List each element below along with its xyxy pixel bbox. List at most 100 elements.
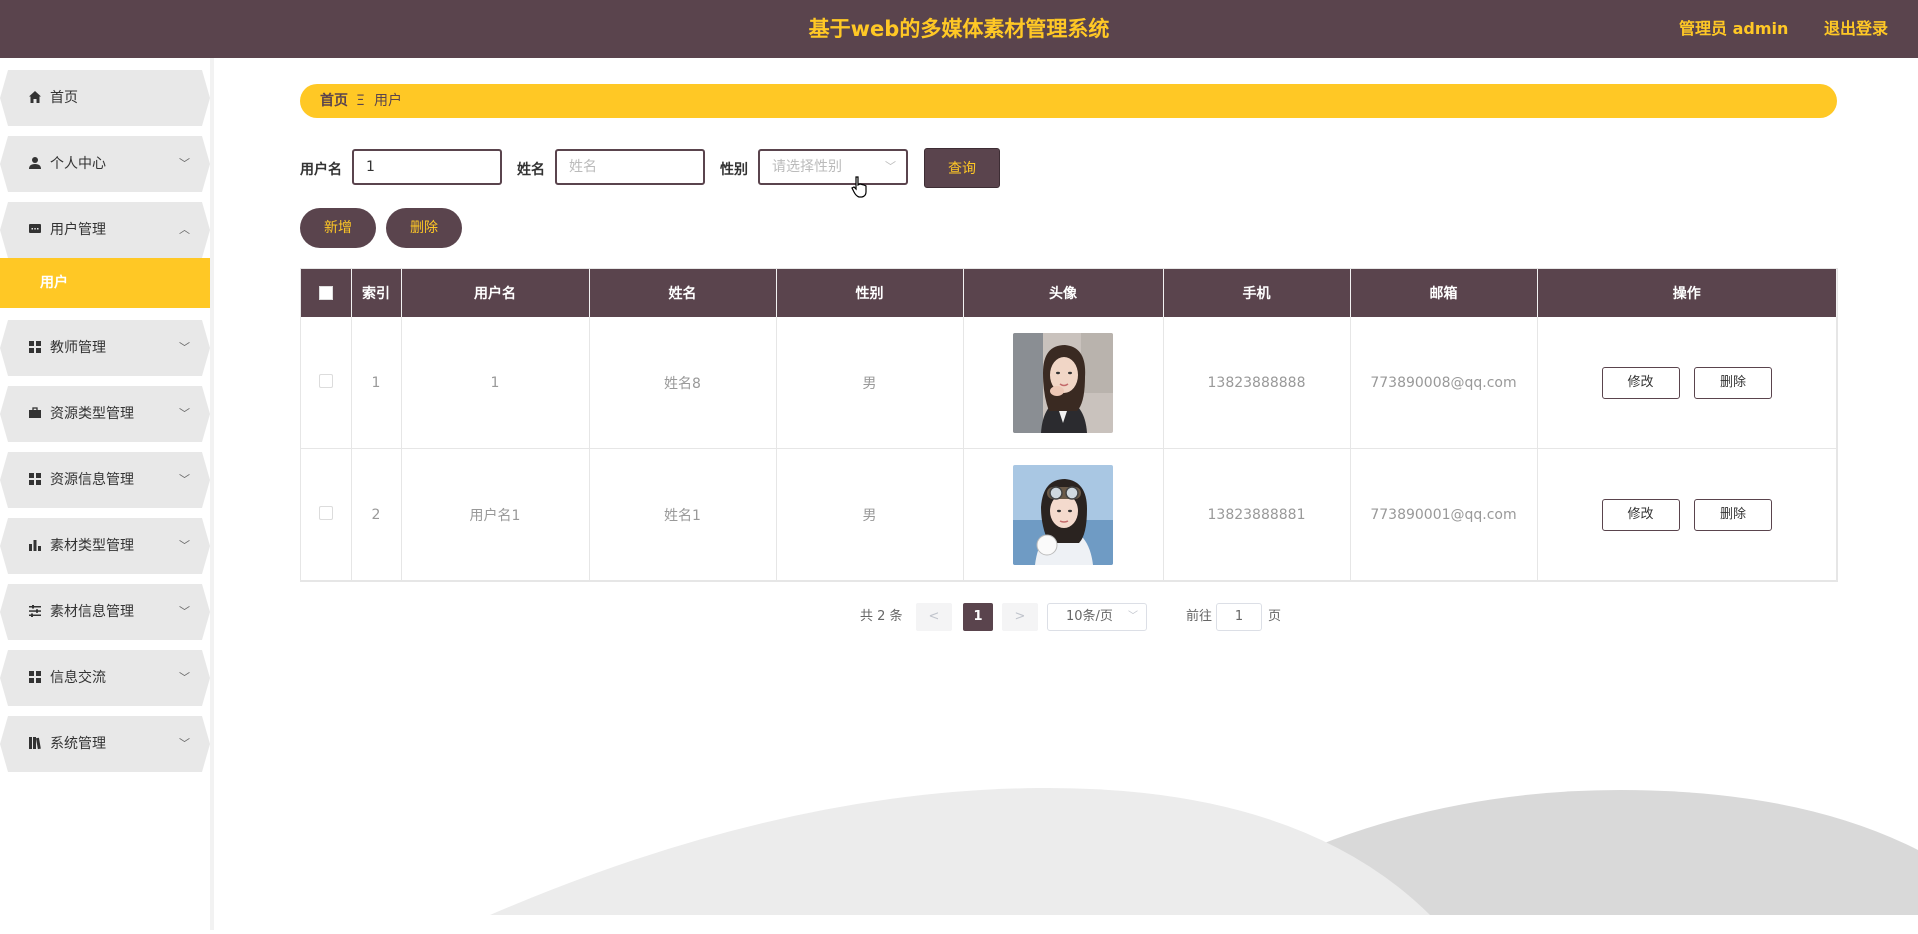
chevron-down-icon: ﹀ — [1128, 611, 1138, 622]
chevron-down-icon: ﹀ — [179, 737, 190, 750]
avatar — [1013, 464, 1113, 565]
prev-page-button[interactable]: < — [916, 603, 952, 631]
user-info: 管理员 admin 退出登录 — [1679, 0, 1918, 58]
chevron-down-icon: ﹀ — [179, 671, 190, 684]
grid-icon — [28, 472, 42, 486]
column-header: 手机 — [1163, 269, 1351, 317]
briefcase-icon — [28, 406, 42, 420]
table-header-row: 索引 用户名 姓名 性别 头像 手机 邮箱 操作 — [301, 269, 1837, 317]
sidebar-item-system-management[interactable]: 系统管理 ﹀ — [0, 716, 210, 772]
goto-label: 前往 — [1186, 609, 1213, 624]
logout-button[interactable]: 退出登录 — [1824, 19, 1888, 38]
sidebar: 首页 个人中心 ﹀ 用户管理 ︿ 用户 教师管理 ﹀ 资源类型管理 ﹀ 资源信息… — [0, 58, 214, 930]
sidebar-subitem-user[interactable]: 用户 — [0, 258, 210, 308]
sidebar-item-material-type[interactable]: 素材类型管理 ﹀ — [0, 518, 210, 574]
cell-username: 1 — [401, 317, 590, 449]
sidebar-item-info-exchange[interactable]: 信息交流 ﹀ — [0, 650, 210, 706]
chevron-down-icon: ﹀ — [179, 407, 190, 420]
username-input[interactable] — [352, 149, 502, 185]
table-row: 2 用户名1 姓名1 男 13823888881 773890001@qq.co… — [301, 448, 1837, 581]
app-title: 基于web的多媒体素材管理系统 — [808, 17, 1110, 41]
name-input[interactable] — [555, 149, 705, 185]
breadcrumb-separator: Ξ — [356, 93, 365, 109]
column-header: 头像 — [963, 269, 1164, 317]
cell-gender: 男 — [776, 317, 964, 449]
cell-email: 773890008@qq.com — [1350, 317, 1538, 449]
sidebar-item-label: 用户管理 — [50, 222, 106, 238]
pagination-total: 共 2 条 — [860, 609, 903, 624]
cell-phone: 13823888881 — [1163, 448, 1351, 581]
sidebar-item-label: 资源信息管理 — [50, 472, 134, 488]
avatar — [1013, 332, 1113, 433]
chevron-down-icon: ﹀ — [179, 473, 190, 486]
sidebar-item-resource-type[interactable]: 资源类型管理 ﹀ — [0, 386, 210, 442]
cell-name: 姓名1 — [589, 448, 777, 581]
column-header: 用户名 — [401, 269, 590, 317]
cell-gender: 男 — [776, 448, 964, 581]
cell-index: 2 — [351, 448, 402, 581]
sidebar-item-label: 素材信息管理 — [50, 604, 134, 620]
add-button[interactable]: 新增 — [300, 208, 376, 248]
column-header: 姓名 — [589, 269, 777, 317]
name-label: 姓名 — [517, 162, 545, 178]
sliders-icon — [28, 604, 42, 618]
gender-select-placeholder: 请选择性别 — [772, 159, 842, 175]
chevron-down-icon: ﹀ — [179, 157, 190, 170]
decorative-hills — [480, 770, 1918, 934]
sidebar-item-label: 首页 — [50, 90, 78, 106]
chevron-down-icon: ﹀ — [179, 539, 190, 552]
sidebar-item-teacher-management[interactable]: 教师管理 ﹀ — [0, 320, 210, 376]
select-all-cell — [301, 269, 352, 317]
sidebar-item-resource-info[interactable]: 资源信息管理 ﹀ — [0, 452, 210, 508]
cell-phone: 13823888888 — [1163, 317, 1351, 449]
admin-label: 管理员 admin — [1679, 19, 1789, 38]
page-size-select[interactable]: 10条/页 ﹀ — [1047, 603, 1147, 631]
chevron-down-icon: ﹀ — [179, 605, 190, 618]
edit-button[interactable]: 修改 — [1601, 498, 1680, 531]
row-checkbox[interactable] — [318, 505, 333, 520]
next-page-button[interactable]: > — [1002, 603, 1038, 631]
cell-username: 用户名1 — [401, 448, 590, 581]
chevron-up-icon: ︿ — [179, 223, 190, 236]
gender-label: 性别 — [720, 162, 748, 178]
grid-icon — [28, 670, 42, 684]
user-table: 索引 用户名 姓名 性别 头像 手机 邮箱 操作 1 1 姓名8 男 13823… — [300, 268, 1838, 582]
query-button[interactable]: 查询 — [924, 148, 1000, 188]
cell-actions: 修改 删除 — [1537, 317, 1837, 449]
table-row: 1 1 姓名8 男 13823888888 773890008@qq.com 修… — [301, 317, 1837, 449]
cell-name: 姓名8 — [589, 317, 777, 449]
breadcrumb-home[interactable]: 首页 — [320, 84, 348, 118]
sidebar-item-label: 个人中心 — [50, 156, 106, 172]
book-icon — [28, 736, 42, 750]
grid-icon — [28, 340, 42, 354]
page-number-button[interactable]: 1 — [963, 603, 993, 631]
batch-delete-button[interactable]: 删除 — [386, 208, 462, 248]
sidebar-item-label: 素材类型管理 — [50, 538, 134, 554]
top-bar: 基于web的多媒体素材管理系统 管理员 admin 退出登录 — [0, 0, 1918, 58]
column-header: 性别 — [776, 269, 964, 317]
sidebar-subitem-label: 用户 — [40, 275, 68, 291]
chat-icon — [28, 222, 42, 236]
edit-button[interactable]: 修改 — [1601, 366, 1680, 399]
sidebar-item-user-management[interactable]: 用户管理 ︿ — [0, 202, 210, 258]
bar-chart-icon — [28, 538, 42, 552]
page-suffix: 页 — [1268, 609, 1282, 624]
cell-email: 773890001@qq.com — [1350, 448, 1538, 581]
home-icon — [28, 90, 42, 104]
username-label: 用户名 — [300, 162, 342, 178]
mouse-cursor-icon — [851, 176, 869, 202]
sidebar-item-home[interactable]: 首页 — [0, 70, 210, 126]
cell-avatar — [963, 317, 1164, 449]
row-checkbox[interactable] — [318, 373, 333, 388]
goto-page-input[interactable]: 1 — [1216, 603, 1262, 631]
breadcrumb: 首页 Ξ 用户 — [300, 84, 1837, 118]
delete-button[interactable]: 删除 — [1693, 498, 1772, 531]
sidebar-item-personal-center[interactable]: 个人中心 ﹀ — [0, 136, 210, 192]
delete-button[interactable]: 删除 — [1693, 366, 1772, 399]
cell-actions: 修改 删除 — [1537, 448, 1837, 581]
sidebar-item-material-info[interactable]: 素材信息管理 ﹀ — [0, 584, 210, 640]
column-header: 索引 — [351, 269, 402, 317]
gender-select[interactable]: 请选择性别 ﹀ — [758, 149, 908, 185]
sidebar-item-label: 教师管理 — [50, 340, 106, 356]
select-all-checkbox[interactable] — [318, 286, 333, 300]
